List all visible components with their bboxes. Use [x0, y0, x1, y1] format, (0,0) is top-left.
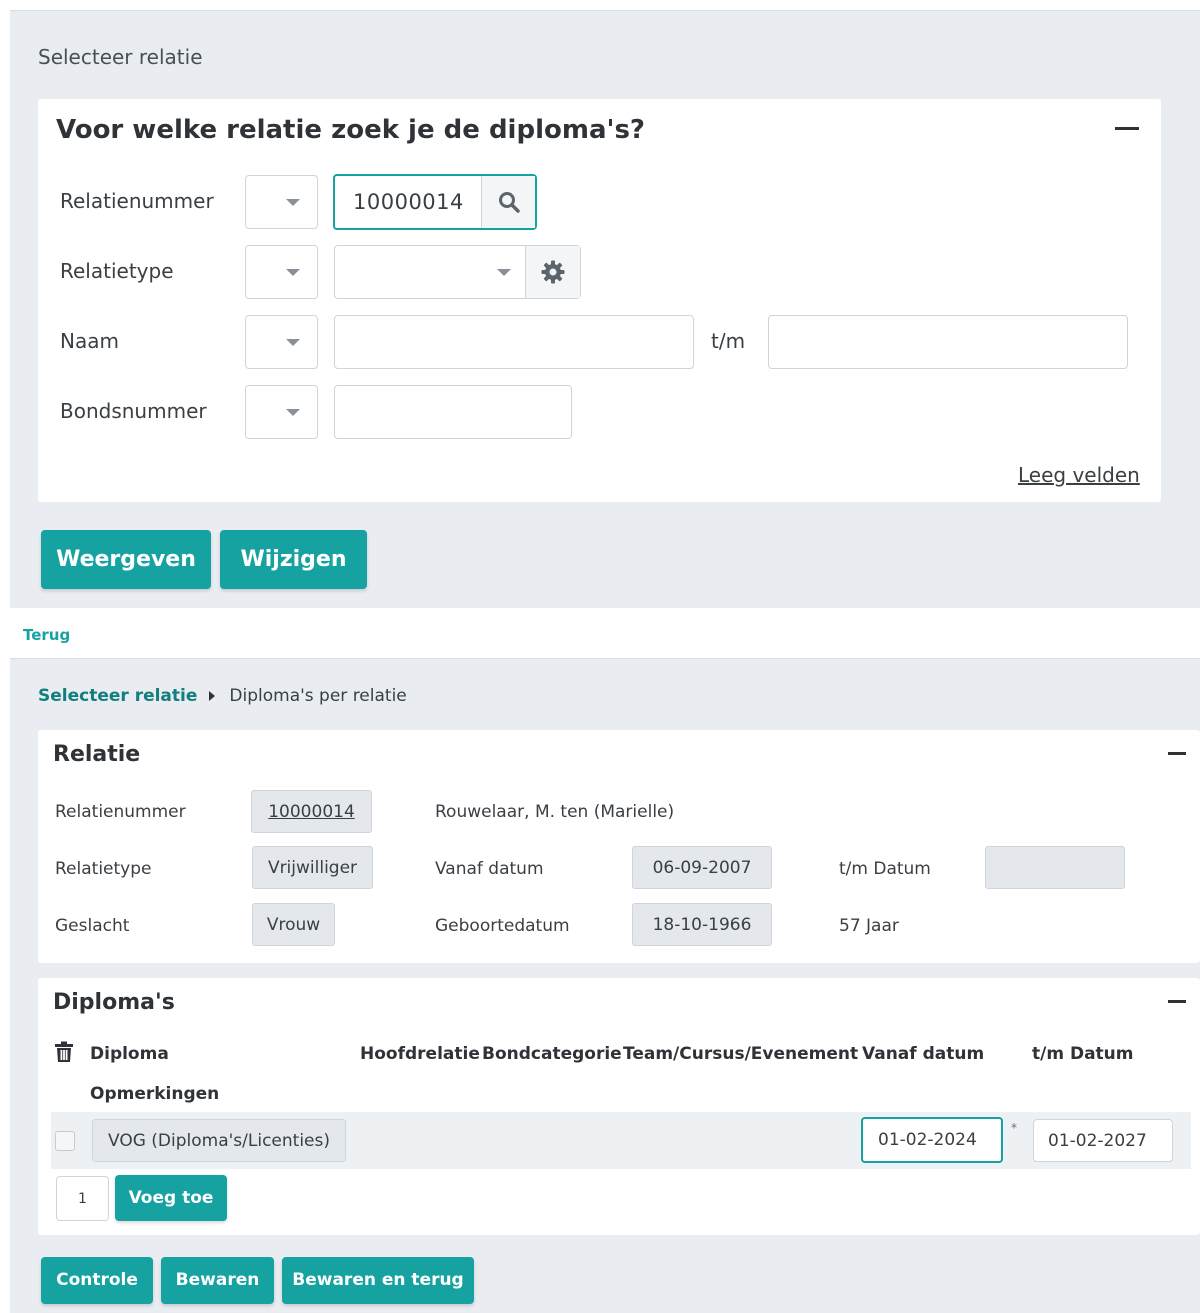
relation-card: Relatie Relatienummer 10000014 Rouwelaar… — [38, 730, 1200, 963]
relatietype-select[interactable] — [335, 246, 525, 298]
show-button[interactable]: Weergeven — [41, 530, 211, 589]
search-button[interactable] — [481, 176, 535, 228]
breadcrumb-root[interactable]: Selecteer relatie — [38, 686, 197, 706]
save-button[interactable]: Bewaren — [161, 1257, 274, 1304]
breadcrumb-current: Diploma's per relatie — [229, 686, 407, 706]
naam-range-separator: t/m — [711, 329, 746, 353]
age-value: 57 Jaar — [839, 916, 899, 936]
collapse-icon[interactable] — [1168, 752, 1186, 755]
naam-to-input[interactable] — [768, 315, 1128, 369]
geboortedatum-value: 18-10-1966 — [632, 903, 772, 946]
col-tm: t/m Datum — [1032, 1044, 1134, 1064]
card-title: Voor welke relatie zoek je de diploma's? — [56, 115, 646, 145]
settings-button[interactable] — [525, 246, 580, 298]
chevron-down-icon — [286, 339, 300, 346]
bondsnummer-input[interactable] — [334, 385, 572, 439]
relation-card-title: Relatie — [53, 742, 141, 767]
edit-button[interactable]: Wijzigen — [220, 530, 367, 589]
col-vanaf: Vanaf datum — [862, 1044, 985, 1064]
search-icon — [498, 192, 520, 213]
add-diploma-button[interactable]: Voeg toe — [115, 1175, 227, 1221]
col-bondcategorie: Bondcategorie — [482, 1044, 622, 1064]
diplomas-card-title: Diploma's — [53, 990, 175, 1015]
vanaf-date-input[interactable]: 01-02-2024 — [861, 1117, 1003, 1163]
naam-from-input[interactable] — [334, 315, 694, 369]
required-marker: * — [1011, 1121, 1017, 1135]
row-checkbox[interactable] — [55, 1131, 75, 1151]
relatienummer-input-group: 10000014 — [333, 174, 537, 230]
relatienummer-input[interactable]: 10000014 — [335, 176, 481, 228]
relatienummer-label: Relatienummer — [60, 189, 214, 213]
gear-icon — [541, 260, 565, 284]
col-team: Team/Cursus/Evenement — [623, 1044, 859, 1064]
back-link[interactable]: Terug — [23, 626, 70, 644]
col-hoofdrelatie: Hoofdrelatie — [360, 1044, 480, 1064]
relation-search-section: Selecteer relatie Voor welke relatie zoe… — [10, 10, 1200, 608]
relatienummer-link[interactable]: 10000014 — [251, 790, 372, 833]
geslacht-label: Geslacht — [55, 916, 130, 936]
relatietype-operator-select[interactable] — [245, 245, 318, 299]
bondsnummer-operator-select[interactable] — [245, 385, 318, 439]
geslacht-value: Vrouw — [252, 903, 335, 946]
search-card: Voor welke relatie zoek je de diploma's?… — [38, 99, 1161, 502]
chevron-right-icon — [209, 691, 216, 701]
add-count-input[interactable]: 1 — [56, 1176, 109, 1221]
relatienummer-label: Relatienummer — [55, 802, 186, 822]
tm-date-input[interactable]: 01-02-2027 — [1033, 1119, 1173, 1162]
chevron-down-icon — [286, 409, 300, 416]
breadcrumb: Selecteer relatie Diploma's per relatie — [38, 686, 407, 706]
tm-value — [985, 846, 1125, 889]
relatietype-select-group — [334, 245, 581, 299]
section-title: Selecteer relatie — [38, 45, 203, 69]
diplomas-per-relation-section: Selecteer relatie Diploma's per relatie … — [10, 658, 1200, 1313]
relation-name: Rouwelaar, M. ten (Marielle) — [435, 802, 675, 822]
naam-operator-select[interactable] — [245, 315, 318, 369]
chevron-down-icon — [497, 269, 511, 276]
relatietype-label: Relatietype — [60, 259, 174, 283]
col-diploma: Diploma — [90, 1044, 169, 1064]
diploma-value: VOG (Diploma's/Licenties) — [92, 1119, 346, 1162]
table-row: VOG (Diploma's/Licenties) 01-02-2024 * 0… — [51, 1112, 1191, 1169]
check-button[interactable]: Controle — [41, 1257, 153, 1304]
col-opmerkingen: Opmerkingen — [90, 1084, 220, 1104]
bondsnummer-label: Bondsnummer — [60, 399, 207, 423]
tm-label: t/m Datum — [839, 859, 931, 879]
vanaf-value: 06-09-2007 — [632, 846, 772, 889]
geboortedatum-label: Geboortedatum — [435, 916, 570, 936]
diplomas-card: Diploma's Diploma Hoofdrelatie Bondcateg… — [38, 978, 1200, 1235]
save-and-back-button[interactable]: Bewaren en terug — [282, 1257, 474, 1304]
vanaf-label: Vanaf datum — [435, 859, 544, 879]
collapse-icon[interactable] — [1115, 127, 1139, 130]
collapse-icon[interactable] — [1168, 1000, 1186, 1003]
chevron-down-icon — [286, 199, 300, 206]
trash-icon[interactable] — [53, 1041, 75, 1063]
relatietype-value: Vrijwilliger — [252, 846, 373, 889]
relatienummer-operator-select[interactable] — [245, 175, 318, 229]
clear-fields-link[interactable]: Leeg velden — [1018, 463, 1140, 487]
naam-label: Naam — [60, 329, 119, 353]
chevron-down-icon — [286, 269, 300, 276]
relatietype-label: Relatietype — [55, 859, 152, 879]
